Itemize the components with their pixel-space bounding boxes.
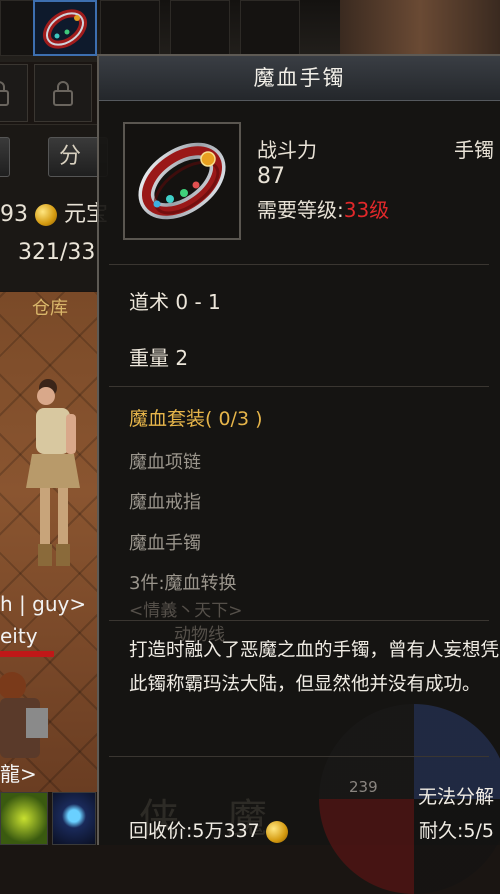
recycle-value: 5万337 [192,820,260,842]
attribute-line: 重量 2 [129,346,189,370]
warehouse-tab[interactable]: 仓库 [10,294,90,324]
bracelet-icon [42,9,88,49]
set-piece: 魔血手镯 [129,533,201,554]
attribute-line: 道术 0 - 1 [129,290,221,314]
coin-icon [265,820,288,843]
recycle-label: 回收价: [129,820,193,842]
scene-decoration [340,0,500,62]
divider [109,620,489,621]
player-character[interactable] [22,368,92,578]
hp-bar [0,651,54,657]
set-piece: 魔血戒指 [129,492,201,513]
lock-icon [53,81,73,106]
lock-icon [0,81,9,106]
skill-icon[interactable] [0,792,48,845]
tooltip-title: 魔血手镯 [99,56,500,101]
money-amount: 93 [0,202,28,227]
durability-label: 耐久: [419,820,464,842]
combat-power-value: 87 [257,164,285,189]
coin-icon [35,204,57,226]
locked-slot[interactable] [0,64,28,122]
skill-icon[interactable] [52,792,96,845]
background-guild-text: <情義丶天下> [129,601,243,621]
divider [109,264,489,265]
inventory-slot[interactable] [100,0,160,56]
inventory-slot[interactable] [240,0,300,56]
item-icon-frame [123,122,241,240]
set-title: 魔血套装( 0/3 ) [129,408,263,430]
divider [109,756,489,757]
bag-capacity: 321/33 [18,240,96,265]
player-title: eity [0,624,38,648]
money-display: 93 元宝 [0,196,108,228]
item-type: 手镯 [454,138,494,162]
required-level-label: 需要等级: [257,198,344,222]
npc-character[interactable] [0,668,60,758]
item-tooltip: 魔血手镯 战斗力 87 需要等级:33级 手镯 道术 0 - 1 重量 2 魔血… [97,54,500,894]
locked-slot[interactable] [34,64,92,122]
decompose-status: 无法分解 [417,786,494,808]
durability: 耐久:5/5 [419,816,494,843]
required-level-value: 33级 [343,198,390,222]
guild-name: 龍> [0,762,37,786]
player-name: h | guy> [0,592,87,616]
split-button-label: 分 [59,144,82,169]
combat-power-label: 战斗力 [257,138,317,162]
panel-button[interactable] [0,137,10,177]
recycle-price: 回收价:5万337 [129,816,288,843]
set-piece: 魔血项链 [129,452,201,473]
divider [109,386,489,387]
bracelet-icon [138,142,226,220]
required-level: 需要等级:33级 [257,194,389,223]
durability-value: 5/5 [463,820,494,842]
inventory-slot-selected[interactable] [33,0,97,56]
background-number: 239 [349,778,378,796]
inventory-slot[interactable] [170,0,230,56]
set-bonus: 3件:魔血转换 [129,573,237,594]
item-description: 打造时融入了恶魔之血的手镯，曾有人妄想凭此镯称霸玛法大陆，但显然他并没有成功。 [129,640,500,695]
